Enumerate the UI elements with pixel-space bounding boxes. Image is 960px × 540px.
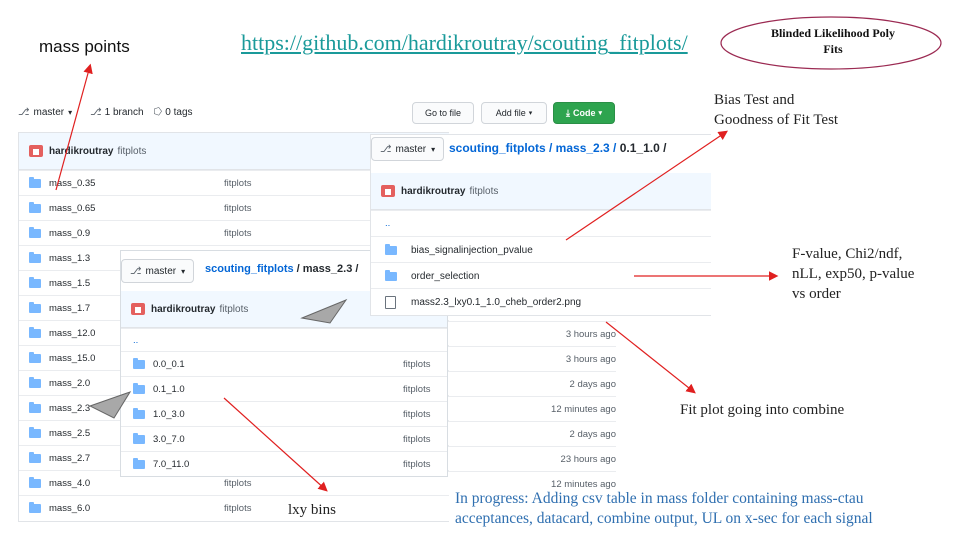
arrow-bias-test — [565, 130, 728, 241]
arrow-mass-points — [55, 63, 93, 191]
arrow-fit-plot — [605, 321, 696, 394]
annotation-arrows — [55, 63, 779, 492]
arrow-lxy-bins — [223, 397, 328, 492]
